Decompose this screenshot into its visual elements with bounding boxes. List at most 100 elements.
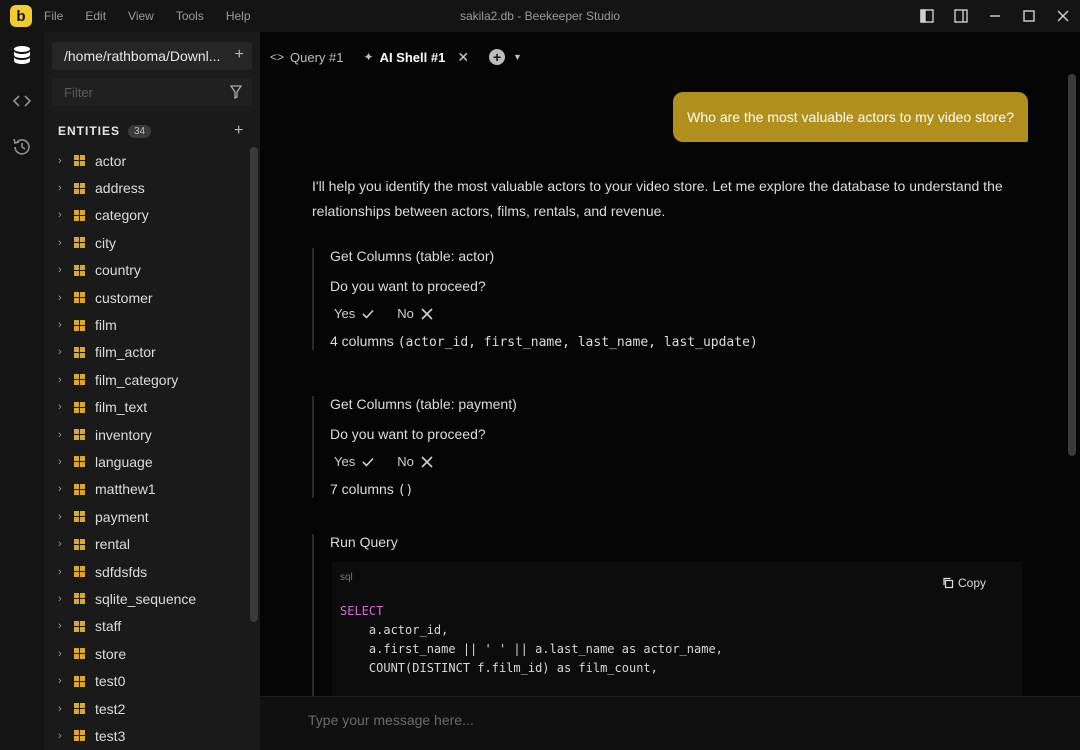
sidebar-scrollbar[interactable]: [250, 147, 258, 622]
no-button[interactable]: No: [393, 306, 434, 321]
filter-input[interactable]: [52, 84, 222, 100]
table-icon: [74, 483, 85, 495]
toggle-sidebar-icon[interactable]: [910, 0, 944, 32]
menu-tools[interactable]: Tools: [176, 9, 204, 23]
chevron-down-icon[interactable]: ▼: [513, 52, 522, 62]
table-item-test0[interactable]: › test0: [44, 667, 250, 694]
menu-help[interactable]: Help: [226, 9, 251, 23]
tool-actions: Yes No: [330, 306, 1012, 321]
chevron-right-icon[interactable]: ›: [58, 566, 74, 578]
table-item-customer[interactable]: › customer: [44, 284, 250, 311]
new-tab-button[interactable]: + ▼: [489, 49, 522, 65]
tab-query-1[interactable]: <> Query #1: [260, 40, 354, 74]
connection-path: /home/rathboma/Downl...: [64, 48, 221, 64]
menu-file[interactable]: File: [44, 9, 63, 23]
chat-scrollbar[interactable]: [1068, 74, 1076, 456]
chevron-right-icon[interactable]: ›: [58, 456, 74, 468]
yes-button[interactable]: Yes: [330, 306, 375, 321]
table-item-film-text[interactable]: › film_text: [44, 394, 250, 421]
activity-bar: [0, 32, 44, 750]
table-item-test2[interactable]: › test2: [44, 695, 250, 722]
chevron-right-icon[interactable]: ›: [58, 483, 74, 495]
table-item-country[interactable]: › country: [44, 257, 250, 284]
check-icon: [362, 457, 374, 467]
table-item-language[interactable]: › language: [44, 448, 250, 475]
table-item-matthew1[interactable]: › matthew1: [44, 476, 250, 503]
chevron-right-icon[interactable]: ›: [58, 209, 74, 221]
tool-actions: Yes No: [330, 454, 1012, 469]
tool-result: 7 columns (): [330, 481, 414, 498]
table-item-sqlite-sequence[interactable]: › sqlite_sequence: [44, 585, 250, 612]
table-item-sdfdsfds[interactable]: › sdfdsfds: [44, 558, 250, 585]
x-icon: [421, 307, 433, 320]
table-item-actor[interactable]: › actor: [44, 147, 250, 174]
yes-button[interactable]: Yes: [330, 454, 375, 469]
table-item-address[interactable]: › address: [44, 174, 250, 201]
menu-edit[interactable]: Edit: [85, 9, 106, 23]
toggle-panel-icon[interactable]: [944, 0, 978, 32]
table-icon: [74, 648, 85, 660]
tool-question: Do you want to proceed?: [330, 426, 486, 442]
chevron-right-icon[interactable]: ›: [58, 401, 74, 413]
chevron-right-icon[interactable]: ›: [58, 620, 74, 632]
close-tab-icon[interactable]: ✕: [457, 49, 469, 66]
table-icon: [74, 456, 85, 468]
chevron-right-icon[interactable]: ›: [58, 264, 74, 276]
table-icon: [74, 319, 85, 331]
table-icon: [74, 346, 85, 358]
menu-view[interactable]: View: [128, 9, 154, 23]
table-item-payment[interactable]: › payment: [44, 503, 250, 530]
chevron-right-icon[interactable]: ›: [58, 593, 74, 605]
maximize-icon[interactable]: [1012, 0, 1046, 32]
table-item-film-actor[interactable]: › film_actor: [44, 339, 250, 366]
tab-ai-shell-1[interactable]: ✦ AI Shell #1 ✕: [354, 40, 480, 74]
message-input[interactable]: [308, 709, 908, 731]
filter-icon[interactable]: [230, 85, 242, 99]
chevron-right-icon[interactable]: ›: [58, 346, 74, 358]
sql-code: SELECT a.actor_id, a.first_name || ' ' |…: [340, 602, 723, 678]
table-item-film[interactable]: › film: [44, 311, 250, 338]
tab-label: Query #1: [290, 49, 344, 65]
table-label: address: [95, 180, 145, 197]
add-entity-icon[interactable]: +: [234, 122, 243, 140]
chevron-right-icon[interactable]: ›: [58, 730, 74, 742]
table-item-store[interactable]: › store: [44, 640, 250, 667]
chevron-right-icon[interactable]: ›: [58, 155, 74, 167]
table-label: sqlite_sequence: [95, 590, 197, 607]
user-message: Who are the most valuable actors to my v…: [673, 92, 1028, 142]
table-item-inventory[interactable]: › inventory: [44, 421, 250, 448]
table-item-staff[interactable]: › staff: [44, 613, 250, 640]
minimize-icon[interactable]: [978, 0, 1012, 32]
table-item-category[interactable]: › category: [44, 202, 250, 229]
connection-selector[interactable]: /home/rathboma/Downl... +: [52, 42, 252, 70]
table-item-rental[interactable]: › rental: [44, 530, 250, 557]
chevron-right-icon[interactable]: ›: [58, 319, 74, 331]
chevron-right-icon[interactable]: ›: [58, 429, 74, 441]
table-item-film-category[interactable]: › film_category: [44, 366, 250, 393]
table-item-test3[interactable]: › test3: [44, 722, 250, 749]
chevron-right-icon[interactable]: ›: [58, 292, 74, 304]
add-connection-icon[interactable]: +: [235, 46, 244, 64]
window-controls: [910, 0, 1080, 32]
table-item-city[interactable]: › city: [44, 229, 250, 256]
code-icon[interactable]: [0, 78, 44, 124]
history-icon[interactable]: [0, 124, 44, 170]
chevron-right-icon[interactable]: ›: [58, 538, 74, 550]
database-icon[interactable]: [0, 32, 44, 78]
chevron-right-icon[interactable]: ›: [58, 182, 74, 194]
chevron-right-icon[interactable]: ›: [58, 675, 74, 687]
copy-button[interactable]: Copy: [942, 576, 986, 590]
no-button[interactable]: No: [393, 454, 434, 469]
table-label: test0: [95, 673, 126, 690]
chevron-right-icon[interactable]: ›: [58, 703, 74, 715]
chevron-right-icon[interactable]: ›: [58, 511, 74, 523]
chevron-right-icon[interactable]: ›: [58, 374, 74, 386]
chevron-right-icon[interactable]: ›: [58, 237, 74, 249]
table-icon: [74, 209, 85, 221]
close-icon[interactable]: [1046, 0, 1080, 32]
chevron-right-icon[interactable]: ›: [58, 648, 74, 660]
table-label: test3: [95, 727, 126, 744]
copy-icon: [943, 577, 954, 589]
table-icon: [74, 593, 85, 605]
tool-call-actor: Get Columns (table: actor) Do you want t…: [312, 248, 1012, 350]
